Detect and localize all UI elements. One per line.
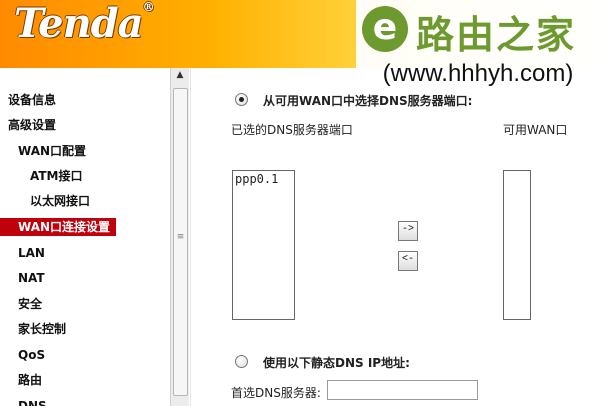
available-ports-listbox[interactable]: [503, 170, 531, 320]
add-port-button[interactable]: ->: [398, 221, 418, 241]
sidebar: 设备信息 高级设置 WAN口配置 ATM接口 以太网接口 WAN口连接设置 LA…: [0, 68, 190, 406]
watermark-title: 路由之家: [416, 13, 577, 57]
sidebar-scrollbar[interactable]: ▲ ≡: [170, 68, 189, 406]
selected-ports-label: 已选的DNS服务器端口: [231, 123, 353, 137]
registered-mark: ®: [142, 0, 155, 14]
available-ports-label: 可用WAN口: [503, 123, 568, 137]
sidebar-item-device-info[interactable]: 设备信息: [8, 88, 56, 112]
radio-select-wan-dns[interactable]: [235, 93, 248, 106]
scroll-up-arrow-icon[interactable]: ▲: [171, 70, 189, 84]
sidebar-item-routing[interactable]: 路由: [18, 368, 42, 392]
sidebar-item-advanced[interactable]: 高级设置: [8, 113, 56, 137]
primary-dns-input[interactable]: [327, 380, 478, 400]
option-static-dns-label: 使用以下静态DNS IP地址:: [263, 356, 410, 370]
option-wan-dns-label: 从可用WAN口中选择DNS服务器端口:: [263, 94, 473, 108]
sidebar-item-qos[interactable]: QoS: [18, 343, 45, 367]
list-item-selected-port[interactable]: ppp0.1: [233, 171, 294, 187]
selected-ports-listbox[interactable]: ppp0.1: [232, 170, 295, 320]
remove-port-button[interactable]: <-: [398, 251, 418, 271]
scroll-thumb[interactable]: ≡: [173, 88, 188, 396]
logo-text: Tenda: [14, 0, 144, 47]
sidebar-item-atm[interactable]: ATM接口: [30, 164, 82, 188]
watermark-e-icon: e: [362, 6, 408, 52]
radio-static-dns[interactable]: [235, 355, 248, 368]
tenda-logo: Tenda®: [14, 0, 155, 47]
primary-dns-label: 首选DNS服务器:: [231, 386, 321, 400]
sidebar-item-dns[interactable]: DNS: [18, 394, 47, 406]
sidebar-item-nat[interactable]: NAT: [18, 266, 45, 290]
grip-icon: ≡: [176, 232, 185, 242]
main-content: 从可用WAN口中选择DNS服务器端口: 已选的DNS服务器端口 可用WAN口 p…: [191, 68, 600, 406]
sidebar-item-ethernet[interactable]: 以太网接口: [30, 189, 90, 213]
sidebar-item-wan-connection[interactable]: WAN口连接设置: [0, 218, 117, 236]
sidebar-item-lan[interactable]: LAN: [18, 241, 45, 265]
sidebar-item-wan-config[interactable]: WAN口配置: [18, 139, 86, 163]
sidebar-item-security[interactable]: 安全: [18, 292, 42, 316]
sidebar-item-parental-control[interactable]: 家长控制: [18, 317, 66, 341]
